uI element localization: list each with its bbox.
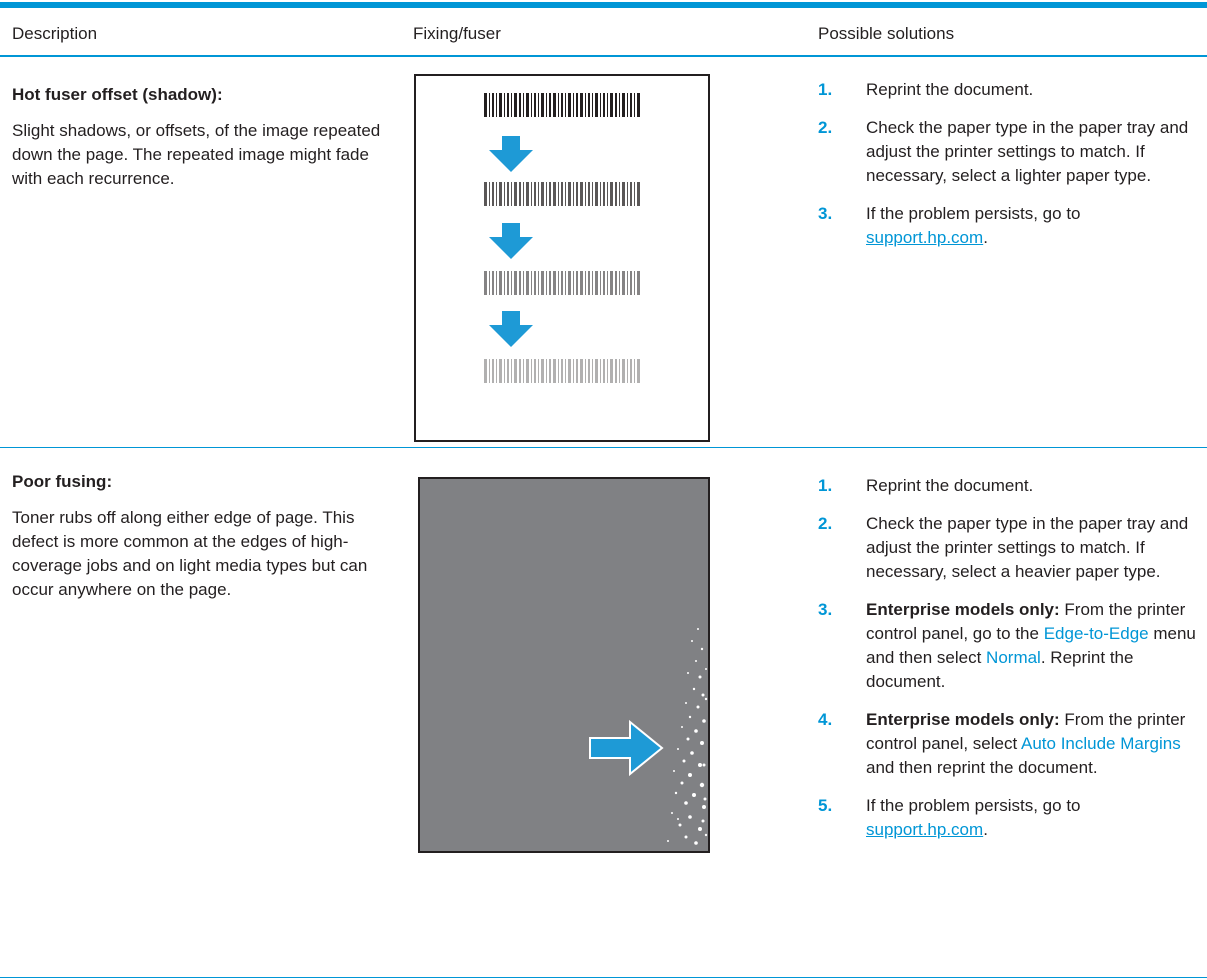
poor-fusing-illustration — [589, 628, 708, 845]
step-text: If the problem persists, go to — [866, 796, 1081, 815]
toner-rub-off-speckles — [667, 628, 708, 845]
list-item: 1. Reprint the document. — [818, 78, 1198, 102]
step-text: If the problem persists, go to — [866, 204, 1081, 223]
list-item: 2. Check the paper type in the paper tra… — [818, 512, 1198, 584]
step-number: 2. — [818, 118, 833, 137]
arrow-down-icon — [489, 311, 533, 347]
step-text-end: . — [983, 228, 988, 247]
step-number: 3. — [818, 204, 833, 223]
table-row-hot-fuser-offset: Hot fuser offset (shadow): Slight shadow… — [0, 58, 1207, 447]
arrow-right-icon — [589, 719, 664, 777]
table-row-poor-fusing: Poor fusing: Toner rubs off along either… — [0, 448, 1207, 978]
offset-sample-page — [414, 74, 710, 442]
step-emphasis: Enterprise models only: — [866, 600, 1060, 619]
row-rule — [0, 977, 1207, 978]
step-text: Reprint the document. — [866, 80, 1034, 99]
column-header-solutions: Possible solutions — [818, 24, 955, 43]
step-number: 3. — [818, 600, 833, 619]
step-emphasis: Enterprise models only: — [866, 710, 1060, 729]
step-number: 1. — [818, 80, 833, 99]
troubleshooting-table: Description Fixing/fuser Possible soluti… — [0, 0, 1207, 980]
list-item: 2. Check the paper type in the paper tra… — [818, 116, 1198, 188]
list-item: 1. Reprint the document. — [818, 474, 1198, 498]
defect-title: Hot fuser offset (shadow): — [12, 85, 223, 104]
list-item: 5. If the problem persists, go to suppor… — [818, 794, 1198, 842]
poor-fusing-sample-page — [418, 477, 710, 853]
step-text: Reprint the document. — [866, 476, 1034, 495]
arrow-down-icon — [489, 223, 533, 259]
support-link[interactable]: support.hp.com — [866, 820, 983, 839]
barcode-offset-3 — [484, 359, 640, 383]
arrow-down-icon — [489, 136, 533, 172]
barcode-original — [484, 93, 640, 117]
step-number: 2. — [818, 514, 833, 533]
table-top-rule — [0, 2, 1207, 8]
solution-steps: 1. Reprint the document. 2. Check the pa… — [818, 474, 1198, 842]
defect-description: Slight shadows, or offsets, of the image… — [12, 121, 381, 188]
barcode-offset-2 — [484, 271, 640, 295]
edge-to-edge-menu-name: Edge-to-Edge — [1043, 624, 1149, 643]
step-text: Check the paper type in the paper tray a… — [866, 514, 1189, 581]
column-header-fixing: Fixing/fuser — [413, 24, 501, 43]
list-item: 3. Enterprise models only: From the prin… — [818, 598, 1198, 694]
defect-description: Toner rubs off along either edge of page… — [12, 508, 368, 599]
auto-include-margins-option-name: Auto Include Margins — [1021, 734, 1181, 753]
offset-sample-illustration — [484, 93, 640, 383]
step-number: 1. — [818, 476, 833, 495]
step-text: Check the paper type in the paper tray a… — [866, 118, 1189, 185]
column-header-description: Description — [12, 24, 98, 43]
list-item: 3. If the problem persists, go to suppor… — [818, 202, 1198, 250]
normal-option-name: Normal — [986, 648, 1041, 667]
solution-steps: 1. Reprint the document. 2. Check the pa… — [818, 78, 1198, 250]
support-link[interactable]: support.hp.com — [866, 228, 983, 247]
step-number: 4. — [818, 710, 833, 729]
list-item: 4. Enterprise models only: From the prin… — [818, 708, 1198, 780]
header-rule — [0, 55, 1207, 57]
step-text: and then reprint the document. — [866, 758, 1098, 777]
step-number: 5. — [818, 796, 833, 815]
defect-title: Poor fusing: — [12, 472, 113, 491]
step-text-end: . — [983, 820, 988, 839]
barcode-offset-1 — [484, 182, 640, 206]
